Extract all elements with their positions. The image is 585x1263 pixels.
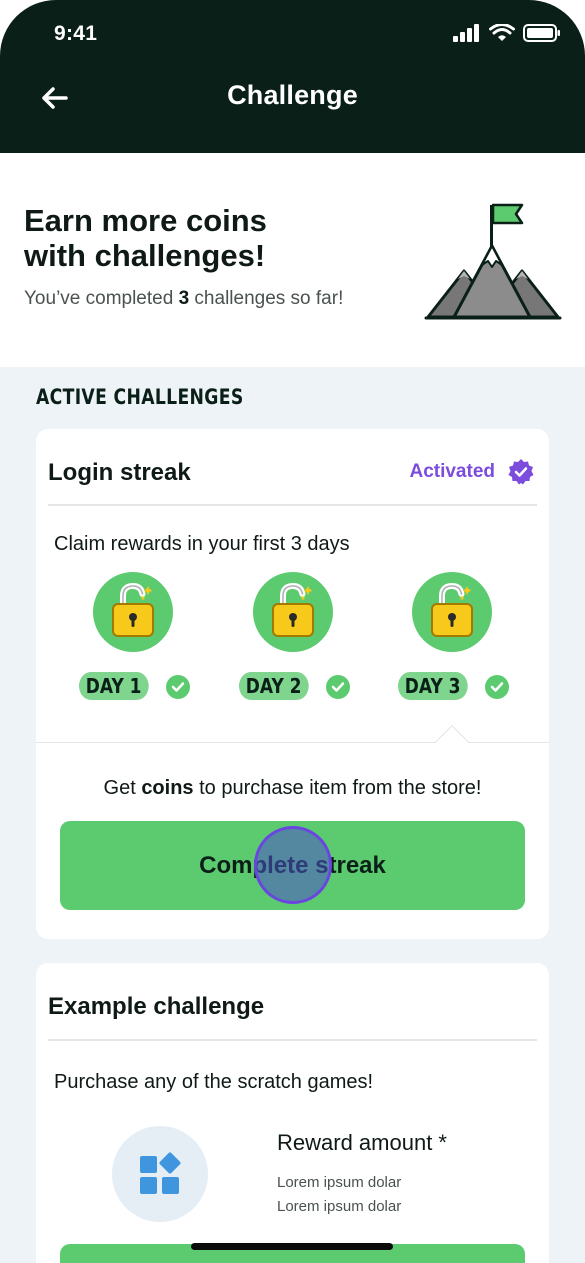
cellular-signal-icon	[453, 24, 479, 42]
status-text: Activated	[409, 461, 495, 482]
info-suffix: to purchase item from the store!	[193, 777, 482, 799]
reward-description: Lorem ipsum dolar Lorem ipsum dolar	[277, 1171, 477, 1219]
card-title: Login streak	[48, 459, 191, 486]
reward-title: Reward amount *	[277, 1130, 447, 1155]
day-item-3: DAY 3	[396, 572, 516, 702]
day-item-2: DAY 2	[237, 572, 357, 702]
lock-badge	[93, 572, 173, 652]
unlocked-padlock-icon	[431, 582, 473, 637]
apps-grid-icon	[140, 1152, 181, 1194]
divider	[36, 742, 549, 743]
hero-subtitle-suffix: challenges so far!	[189, 288, 344, 309]
hero-banner: Earn more coins with challenges! You’ve …	[0, 153, 585, 367]
card-description: Purchase any of the scratch games!	[54, 1071, 374, 1093]
check-circle-icon	[166, 675, 190, 699]
info-prefix: Get	[103, 777, 142, 799]
day-label: DAY 2	[239, 672, 309, 700]
check-circle-icon	[326, 675, 350, 699]
status-icons	[453, 24, 561, 42]
phone-screen: 9:41 Challenge Earn more coins with chal…	[0, 0, 585, 1263]
unlocked-padlock-icon	[112, 582, 154, 637]
status-time: 9:41	[54, 22, 98, 45]
reward-line-2: Lorem ipsum dolar	[277, 1198, 402, 1215]
tap-indicator	[254, 826, 332, 904]
divider	[48, 1039, 537, 1041]
app-header: 9:41 Challenge	[0, 0, 585, 153]
unlocked-padlock-icon	[272, 582, 314, 637]
page-title: Challenge	[227, 80, 358, 110]
section-label-active-challenges: ACTIVE CHALLENGES	[36, 385, 244, 409]
info-bold: coins	[141, 777, 194, 799]
lock-badge	[253, 572, 333, 652]
reward-icon-wrap	[112, 1126, 208, 1222]
tooltip-notch-cover	[432, 743, 472, 757]
card-description: Claim rewards in your first 3 days	[54, 533, 350, 555]
hero-title: Earn more coins with challenges!	[24, 203, 404, 273]
wifi-icon	[489, 24, 515, 41]
hero-subtitle-prefix: You’ve completed	[24, 288, 179, 309]
status-badge: Activated	[409, 458, 535, 486]
streak-days: DAY 1 DAY 2 DAY 3	[36, 572, 549, 702]
day-label: DAY 3	[398, 672, 468, 700]
completed-count: 3	[178, 288, 190, 309]
battery-icon	[523, 24, 560, 42]
mountain-flag-icon	[424, 203, 562, 320]
example-challenge-card: Example challenge Purchase any of the sc…	[36, 963, 549, 1263]
day-item-1: DAY 1	[77, 572, 197, 702]
day-label: DAY 1	[79, 672, 149, 700]
hero-title-line-1: Earn more coins	[24, 203, 267, 238]
verified-badge-icon	[508, 459, 534, 485]
hero-subtitle: You’ve completed 3 challenges so far!	[24, 288, 343, 310]
reward-info-text: Get coins to purchase item from the stor…	[36, 777, 549, 800]
card-title: Example challenge	[48, 993, 265, 1020]
home-indicator[interactable]	[191, 1243, 393, 1250]
hero-title-line-2: with challenges!	[24, 238, 266, 273]
divider	[48, 504, 537, 506]
check-circle-icon	[485, 675, 509, 699]
lock-badge	[412, 572, 492, 652]
reward-line-1: Lorem ipsum dolar	[277, 1174, 402, 1191]
